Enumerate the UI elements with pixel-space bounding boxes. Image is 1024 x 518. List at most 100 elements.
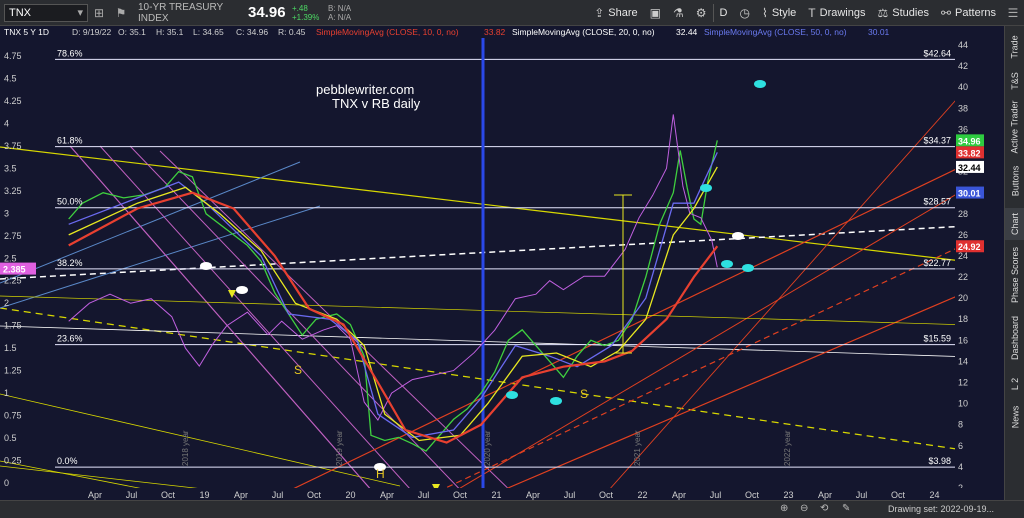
x-axis-tick: 21 xyxy=(491,490,501,500)
symbol-input[interactable]: TNX ▾ xyxy=(4,3,88,22)
header-sma20: SimpleMovingAvg (CLOSE, 20, 0, no) xyxy=(512,27,655,37)
x-axis-tick: 19 xyxy=(199,490,209,500)
year-marker-label: 2019 year xyxy=(335,430,344,466)
annotation-s1: S xyxy=(294,363,302,377)
annotation-subtitle: TNX v RB daily xyxy=(332,96,421,111)
flask-button[interactable]: ⚗ xyxy=(667,2,690,24)
sidebar-tab-label: L 2 xyxy=(1010,377,1020,391)
x-axis-tick: Jul xyxy=(710,490,722,500)
x-axis-tick: Jul xyxy=(418,490,430,500)
fib-level-label: 78.6% xyxy=(57,48,83,58)
sidebar-tab-t-s[interactable]: T&S xyxy=(1005,66,1024,96)
patterns-icon: ⚯ xyxy=(940,5,952,20)
x-axis-tick: Apr xyxy=(380,490,394,500)
marker-ellipse[interactable] xyxy=(700,184,712,192)
pencil-icon[interactable]: ✎ xyxy=(842,503,850,514)
price-chart[interactable]: 0 0.25 0.5 0.75 1 1.25 1.5 1.75 2 2.25 2.5 2.75 3 3.2… xyxy=(0,26,1005,501)
settings-button[interactable]: ⚙ xyxy=(690,2,713,24)
price-badge-text: 30.01 xyxy=(958,189,981,199)
fib-level-value: $15.59 xyxy=(923,334,951,344)
drawings-button[interactable]: T Drawings xyxy=(802,2,871,24)
x-axis-tick: Oct xyxy=(453,490,468,500)
sidebar-tab-dashboard[interactable]: Dashboard xyxy=(1005,310,1024,366)
x-axis-tick: Oct xyxy=(891,490,906,500)
fib-level-label: 61.8% xyxy=(57,136,83,146)
reset-icon[interactable]: ⟲ xyxy=(820,503,828,514)
marker-ellipse[interactable] xyxy=(200,262,212,270)
header-sma50-value: 30.01 xyxy=(868,27,890,37)
right-axis-tick: 18 xyxy=(958,314,968,324)
sidebar-tab-trade[interactable]: Trade xyxy=(1005,32,1024,62)
x-axis-tick: Apr xyxy=(88,490,102,500)
right-axis-tick: 44 xyxy=(958,40,968,50)
sidebar-tab-chart[interactable]: Chart xyxy=(1005,208,1024,240)
timeframe-button[interactable]: ◷ xyxy=(733,2,755,24)
chevron-down-icon[interactable]: ▾ xyxy=(77,5,87,21)
right-axis-tick: 28 xyxy=(958,209,968,219)
sidebar-tab-label: News xyxy=(1010,405,1021,429)
right-axis-tick: 20 xyxy=(958,293,968,303)
left-axis-tick: 2 xyxy=(4,298,9,308)
right-axis-tick: 6 xyxy=(958,441,963,451)
sidebar-tab-l-2[interactable]: L 2 xyxy=(1005,370,1024,398)
marker-ellipse[interactable] xyxy=(550,397,562,405)
marker-ellipse[interactable] xyxy=(732,232,744,240)
patterns-button[interactable]: ⚯ Patterns xyxy=(935,2,1002,24)
left-axis-tick: 2.5 xyxy=(4,253,17,263)
chart-area[interactable]: 0 0.25 0.5 0.75 1 1.25 1.5 1.75 2 2.25 2.5 2.75 3 3.2… xyxy=(0,26,1005,501)
x-axis-tick: Apr xyxy=(818,490,832,500)
annotation-site: pebblewriter.com xyxy=(316,82,414,97)
studies-button[interactable]: ⚖ Studies xyxy=(872,2,935,24)
left-axis-tick: 3.25 xyxy=(4,186,22,196)
left-axis-tick: 4.5 xyxy=(4,73,17,83)
period-button[interactable]: D xyxy=(714,2,734,24)
marker-ellipse[interactable] xyxy=(721,260,733,268)
sidebar-tab-label: Dashboard xyxy=(1010,315,1020,361)
year-marker-label: 2022 year xyxy=(783,430,792,466)
link-icon[interactable]: ⊞ xyxy=(88,3,110,23)
price-badge-text: 33.82 xyxy=(958,148,981,158)
right-axis-tick: 38 xyxy=(958,103,968,113)
marker-ellipse[interactable] xyxy=(506,391,518,399)
bookmark-icon[interactable]: ⚑ xyxy=(110,3,132,23)
fib-level-value: $34.37 xyxy=(923,136,951,146)
left-axis-tick: 0.5 xyxy=(4,433,17,443)
left-price-badge-text: 2.385 xyxy=(3,265,26,275)
sidebar-tab-news[interactable]: News xyxy=(1005,402,1024,432)
sidebar-tab-active-trader[interactable]: Active Trader xyxy=(1005,100,1024,154)
sidebar-tab-label: Chart xyxy=(1010,212,1021,236)
x-axis-tick: Oct xyxy=(161,490,176,500)
top-toolbar: TNX ▾ ⊞ ⚑ 10-YR TREASURY INDEX 34.96 +.48… xyxy=(0,0,1024,26)
share-button[interactable]: ⇪ Share xyxy=(588,2,643,24)
x-axis-tick: 24 xyxy=(929,490,939,500)
x-axis-tick: 22 xyxy=(637,490,647,500)
x-axis-tick: Apr xyxy=(526,490,540,500)
sidebar-tab-phase-scores[interactable]: Phase Scores xyxy=(1005,244,1024,306)
sidebar-tab-buttons[interactable]: Buttons xyxy=(1005,158,1024,204)
style-button[interactable]: ⌇ Style xyxy=(756,2,802,24)
fib-level-label: 38.2% xyxy=(57,258,83,268)
fib-level-value: $3.98 xyxy=(928,456,951,466)
header-open: O: 35.1 xyxy=(118,27,146,37)
left-axis-tick: 4.25 xyxy=(4,96,22,106)
price-change: +.48 +1.39% xyxy=(292,3,320,22)
sidebar-tab-label: T&S xyxy=(1009,72,1020,90)
zoom-in-icon[interactable]: ⊕ xyxy=(780,503,788,514)
drawing-set-label[interactable]: Drawing set: 2022-09-19... xyxy=(888,504,994,514)
marker-ellipse[interactable] xyxy=(742,264,754,272)
x-axis-tick: 23 xyxy=(783,490,793,500)
camera-icon: ▣ xyxy=(649,5,661,20)
year-marker-label: 2018 year xyxy=(181,430,190,466)
left-axis-tick: 0 xyxy=(4,478,9,488)
marker-ellipse[interactable] xyxy=(236,286,248,294)
left-axis-tick: 4.75 xyxy=(4,51,22,61)
annotation-s2: S xyxy=(580,387,588,401)
right-sidebar: Trade T&S Active Trader Buttons Chart Phase S… xyxy=(1004,26,1024,500)
x-axis-tick: Oct xyxy=(599,490,614,500)
zoom-out-icon[interactable]: ⊖ xyxy=(800,503,808,514)
clock-icon: ◷ xyxy=(739,5,750,20)
menu-icon[interactable]: ☰ xyxy=(1002,3,1024,23)
screenshot-button[interactable]: ▣ xyxy=(644,2,667,24)
marker-ellipse[interactable] xyxy=(754,80,766,88)
symbol-text: TNX xyxy=(9,6,31,19)
